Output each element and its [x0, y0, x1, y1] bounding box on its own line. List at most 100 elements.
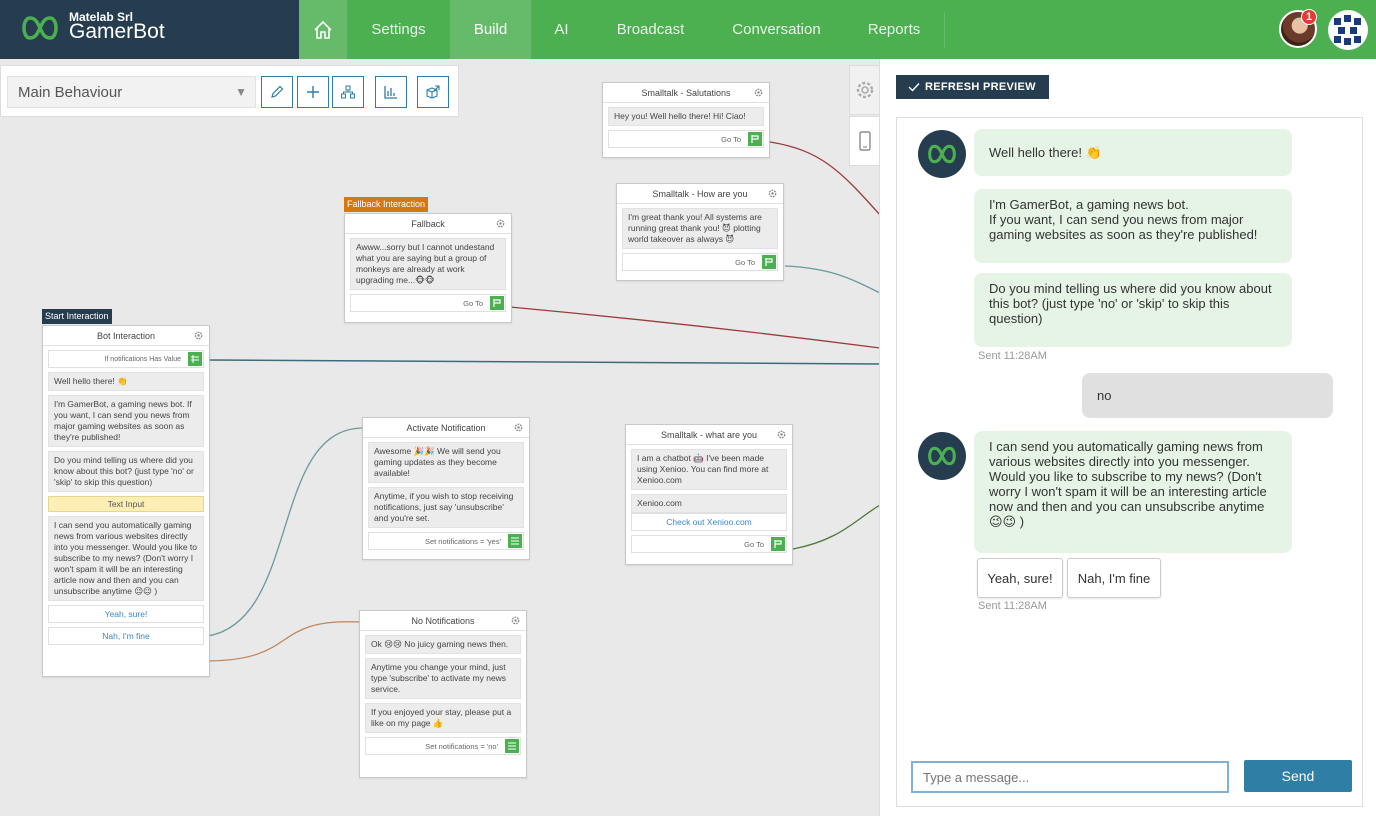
gear-icon[interactable] — [495, 218, 506, 229]
gear-icon[interactable] — [510, 615, 521, 626]
behaviour-select[interactable]: Main Behaviour ▼ — [7, 76, 256, 108]
node-bot-interaction[interactable]: Bot Interaction If notifications Has Val… — [42, 325, 210, 677]
node-message[interactable]: I can send you automatically gaming news… — [48, 516, 204, 601]
edit-behaviour-button[interactable] — [261, 76, 293, 108]
gear-icon[interactable] — [193, 330, 204, 341]
goto-flag-icon[interactable] — [490, 296, 504, 310]
node-smalltalk-what-are-you[interactable]: Smalltalk - what are you I am a chatbot … — [625, 424, 793, 565]
goto-label: Go To — [744, 539, 764, 549]
goto-label: Go To — [735, 257, 755, 267]
goto-flag-icon[interactable] — [762, 255, 776, 269]
condition-label: If notifications Has Value — [104, 355, 181, 363]
start-interaction-tag: Start Interaction — [42, 309, 112, 324]
structure-button[interactable] — [332, 76, 364, 108]
quick-reply-no[interactable]: Nah, I'm fine — [1067, 558, 1161, 598]
notification-badge[interactable]: 1 — [1301, 9, 1317, 25]
node-activate-notification[interactable]: Activate Notification Awesome 🎉🎉 We will… — [362, 417, 530, 560]
node-message[interactable]: Well hello there! 👏 — [48, 372, 204, 391]
export-button[interactable] — [417, 76, 449, 108]
node-title: Smalltalk - Salutations — [603, 83, 769, 103]
behaviour-select-value: Main Behaviour — [18, 84, 123, 101]
node-title-text: Smalltalk - How are you — [652, 188, 748, 199]
variable-icon[interactable] — [508, 534, 522, 548]
node-message[interactable]: I'm GamerBot, a gaming news bot. If you … — [48, 395, 204, 447]
settings-side-tab[interactable] — [849, 65, 880, 115]
set-variable-label: Set notifications = 'yes' — [424, 536, 501, 546]
add-behaviour-button[interactable] — [297, 76, 329, 108]
variable-icon[interactable] — [505, 739, 519, 753]
card-link-button[interactable]: Check out Xenioo.com — [631, 513, 787, 531]
company-logo-icon — [1334, 15, 1361, 45]
message-timestamp: Sent 11:28AM — [978, 350, 1047, 362]
gear-icon[interactable] — [753, 87, 764, 98]
gear-icon[interactable] — [513, 422, 524, 433]
gear-icon[interactable] — [767, 188, 778, 199]
quick-reply-yes[interactable]: Yeah, sure! — [977, 558, 1063, 598]
pencil-icon — [271, 85, 284, 98]
node-message[interactable]: Do you mind telling us where did you kno… — [48, 451, 204, 492]
node-title: Fallback — [345, 214, 511, 234]
set-variable-label: Set notifications = 'no' — [425, 741, 498, 751]
goto-label: Go To — [463, 298, 483, 308]
goto-flag-icon[interactable] — [771, 537, 785, 551]
preview-side-tab[interactable] — [849, 116, 880, 166]
node-title-text: Bot Interaction — [96, 330, 156, 341]
node-title: Activate Notification — [363, 418, 529, 438]
node-title-text: Smalltalk - what are you — [660, 429, 758, 440]
node-message[interactable]: Anytime you change your mind, just type … — [365, 658, 521, 699]
refresh-preview-button[interactable]: REFRESH PREVIEW — [896, 75, 1049, 99]
gear-icon[interactable] — [776, 429, 787, 440]
set-variable-action[interactable]: Set notifications = 'yes' — [368, 532, 524, 550]
plus-icon — [307, 86, 319, 98]
company-avatar[interactable] — [1328, 10, 1368, 50]
message-input[interactable] — [911, 761, 1229, 793]
node-message[interactable]: Anytime, if you wish to stop receiving n… — [368, 487, 524, 528]
mobile-icon — [858, 131, 871, 151]
goto-action[interactable]: Go To — [350, 294, 506, 312]
node-message[interactable]: Hey you! Well hello there! Hi! Ciao! — [608, 107, 764, 126]
node-title-text: No Notifications — [411, 615, 475, 626]
node-message[interactable]: I'm great thank you! All systems are run… — [622, 208, 778, 249]
bot-logo-icon — [928, 144, 956, 164]
bot-message: Do you mind telling us where did you kno… — [974, 273, 1292, 347]
node-button-no[interactable]: Nah, I'm fine — [48, 627, 204, 645]
node-no-notifications[interactable]: No Notifications Ok 😢😢 No juicy gaming n… — [359, 610, 527, 778]
card-text[interactable]: Xenioo.com — [631, 494, 787, 513]
text-input-action[interactable]: Text Input — [48, 496, 204, 512]
node-title: No Notifications — [360, 611, 526, 631]
bot-avatar — [918, 130, 966, 178]
bot-message: I'm GamerBot, a gaming news bot. If you … — [974, 189, 1292, 263]
goto-action[interactable]: Go To — [622, 253, 778, 271]
node-message[interactable]: Ok 😢😢 No juicy gaming news then. — [365, 635, 521, 654]
node-title: Smalltalk - what are you — [626, 425, 792, 445]
check-icon — [908, 83, 920, 92]
message-timestamp: Sent 11:28AM — [978, 600, 1047, 612]
cube-export-icon — [426, 85, 440, 99]
node-message[interactable]: I am a chatbot 🤖 I've been made using Xe… — [631, 449, 787, 490]
bot-message: Well hello there! 👏 — [974, 129, 1292, 176]
node-message[interactable]: Awesome 🎉🎉 We will send you gaming updat… — [368, 442, 524, 483]
goto-action[interactable]: Go To — [631, 535, 787, 553]
node-title-text: Activate Notification — [406, 422, 486, 433]
node-message[interactable]: If you enjoyed your stay, please put a l… — [365, 703, 521, 733]
caret-down-icon: ▼ — [235, 85, 247, 99]
sitemap-icon — [341, 85, 355, 99]
node-smalltalk-salutations[interactable]: Smalltalk - Salutations Hey you! Well he… — [602, 82, 770, 158]
analytics-button[interactable] — [375, 76, 407, 108]
node-message[interactable]: Awww...sorry but I cannot undestand what… — [350, 238, 506, 290]
node-fallback[interactable]: Fallback Awww...sorry but I cannot undes… — [344, 213, 512, 323]
node-smalltalk-how-are-you[interactable]: Smalltalk - How are you I'm great thank … — [616, 183, 784, 281]
set-variable-action[interactable]: Set notifications = 'no' — [365, 737, 521, 755]
node-title: Smalltalk - How are you — [617, 184, 783, 204]
goto-flag-icon[interactable] — [748, 132, 762, 146]
node-button-yes[interactable]: Yeah, sure! — [48, 605, 204, 623]
send-button[interactable]: Send — [1244, 760, 1352, 792]
node-title: Bot Interaction — [43, 326, 209, 346]
user-message: no — [1082, 373, 1333, 418]
bot-logo-icon — [928, 446, 956, 466]
goto-action[interactable]: Go To — [608, 130, 764, 148]
node-title-text: Smalltalk - Salutations — [641, 87, 731, 98]
refresh-preview-label: REFRESH PREVIEW — [925, 81, 1036, 93]
condition-icon[interactable] — [188, 352, 202, 366]
condition-action[interactable]: If notifications Has Value — [48, 350, 204, 368]
